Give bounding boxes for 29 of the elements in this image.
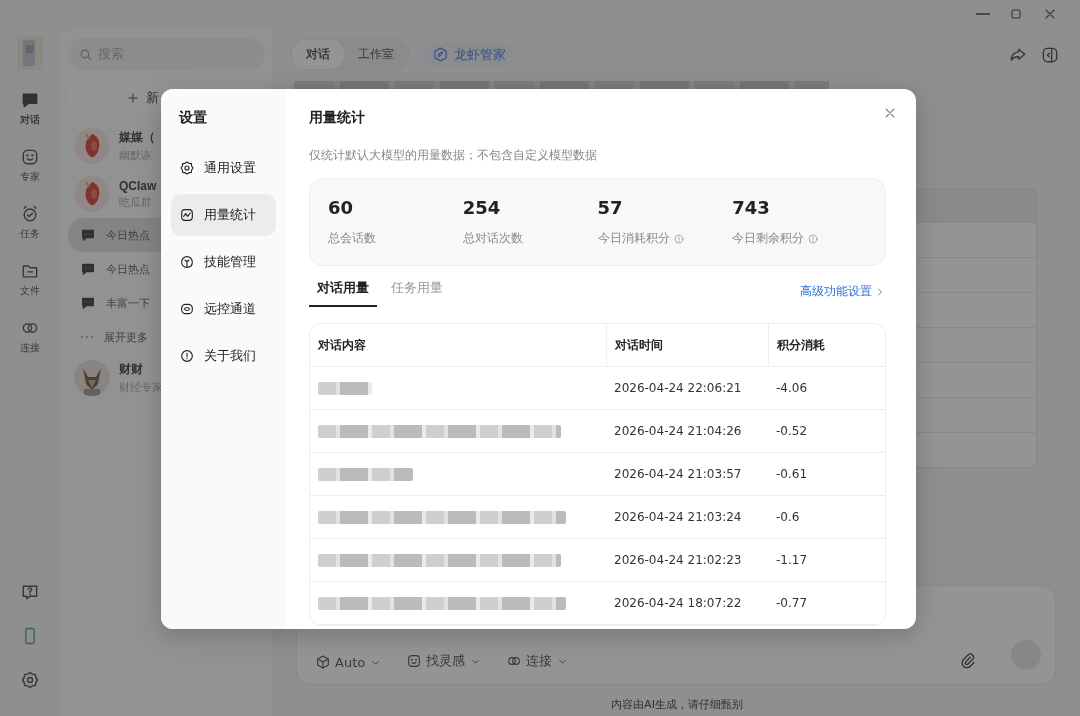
description-text: 仅统计默认大模型的用量数据；不包含自定义模型数据 <box>309 147 598 164</box>
agent-name: 媒媒（ <box>119 129 155 146</box>
table-cell-text: -0.61 <box>775 467 809 481</box>
agent-name: QClaw <box>119 178 157 193</box>
stat-label: 今日剩余积分 <box>732 230 805 247</box>
table-cell-text: 2026-04-24 21:02:23 <box>613 553 743 567</box>
stat-value: 60 <box>328 197 355 218</box>
table-cell-text: -0.77 <box>775 596 809 610</box>
table-cell-text: 2026-04-24 21:03:24 <box>613 510 743 524</box>
table-cell-text: -4.06 <box>775 381 809 395</box>
column-header: 对话时间 <box>606 324 768 366</box>
table-cell-text: 2026-04-24 18:07:22 <box>613 596 743 610</box>
table-cell-text: 2026-04-24 21:03:57 <box>613 467 743 481</box>
page-title: 用量统计 <box>309 109 366 127</box>
stat-value: 57 <box>597 197 624 218</box>
table-cell-text: 2026-04-24 21:04:26 <box>613 424 743 438</box>
stat-label: 总对话次数 <box>462 230 523 247</box>
column-header: 对话内容 <box>317 336 367 354</box>
stat-label: 今日消耗积分 <box>597 230 670 247</box>
table-cell-text: -0.6 <box>775 510 801 524</box>
stat-value: 743 <box>732 197 771 218</box>
table-cell-text: -1.17 <box>775 553 809 567</box>
table-cell-text: -0.52 <box>775 424 809 438</box>
table-cell-text: 2026-04-24 22:06:21 <box>613 381 743 395</box>
stat-label: 总会话数 <box>328 230 376 247</box>
stat-value: 254 <box>462 197 502 218</box>
disclaimer-text: 内容由AI生成，请仔细甄别 <box>610 697 744 713</box>
agent-name: 财财 <box>119 361 144 378</box>
column-header: 积分消耗 <box>768 324 885 366</box>
